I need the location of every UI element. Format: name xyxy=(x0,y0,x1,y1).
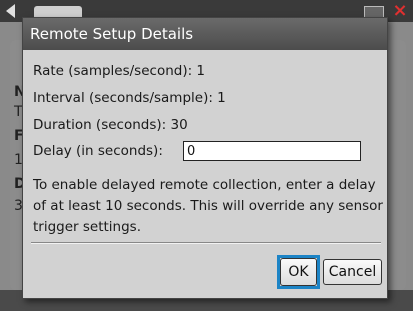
delay-input[interactable]: 0 xyxy=(183,141,361,161)
delay-label: Delay (in seconds): xyxy=(33,143,163,159)
delay-note: To enable delayed remote collection, ent… xyxy=(33,177,383,235)
dialog-title: Remote Setup Details xyxy=(23,18,387,50)
close-icon[interactable]: × xyxy=(388,1,412,21)
duration-label: Duration (seconds): 30 xyxy=(33,117,188,133)
dialog-divider xyxy=(31,242,381,244)
back-arrow-icon[interactable] xyxy=(6,4,15,18)
cancel-button[interactable]: Cancel xyxy=(323,259,382,285)
interval-label: Interval (seconds/sample): 1 xyxy=(33,90,226,106)
rate-label: Rate (samples/second): 1 xyxy=(33,63,206,79)
ok-button[interactable]: OK xyxy=(280,258,317,286)
remote-setup-dialog: Remote Setup Details Rate (samples/secon… xyxy=(22,17,388,299)
